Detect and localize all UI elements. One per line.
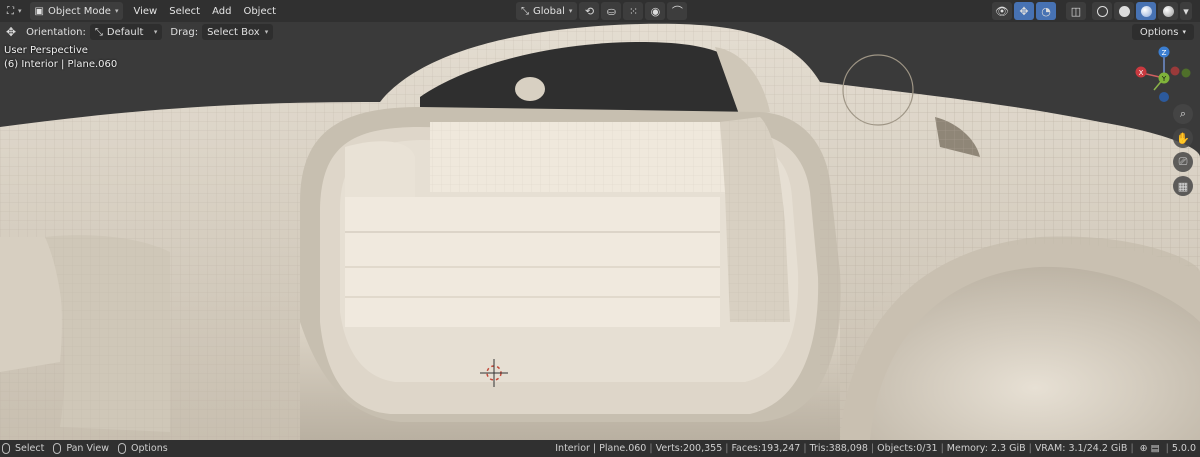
camera-view-icon[interactable]: ⎚ [1173,152,1193,172]
stat-active-object: Interior | Plane.060 [555,443,647,454]
mode-label: Object Mode [47,5,111,17]
options-label: Options [1139,26,1179,38]
stat-vram: VRAM: 3.1/24.2 GiB [1034,443,1128,454]
menu-add[interactable]: Add [206,2,237,20]
version-label: 5.0.0 [1171,443,1196,454]
viewport-header: ⛶ ▾ ▣ Object Mode ▾ View Select Add Object… [0,0,1200,22]
pan-hand-icon[interactable]: ✋ [1173,128,1193,148]
visibility-icon[interactable]: 👁 [992,2,1012,20]
status-pan-hint: Pan View [66,443,110,454]
stat-tris: Tris:388,098 [809,443,868,454]
view-perspective-label: User Perspective [4,45,88,56]
3d-viewport-icon: ⛶ [7,5,14,17]
drag-label: Drag: [170,26,199,38]
mouse-left-icon [2,443,10,454]
status-bar: Select Pan View Options Interior | Plane… [0,440,1200,457]
menu-view[interactable]: View [127,2,163,20]
transform-orientation-dropdown[interactable]: ⤡ Global ▾ [516,2,578,20]
orientation-dropdown[interactable]: ⤡ Default ▾ [89,24,163,40]
zoom-icon[interactable]: ⌕ [1173,104,1193,124]
orientation-value: Global [533,5,565,17]
tool-settings-bar: ✥ Orientation: ⤡ Default ▾ Drag: Select B… [0,22,1200,42]
material-shading-icon[interactable] [1136,2,1156,20]
transform-tool-icon[interactable]: ✥ [6,25,16,39]
perspective-toggle-icon[interactable]: ▦ [1173,176,1193,196]
mode-dropdown[interactable]: ▣ Object Mode ▾ [29,2,124,20]
status-select-hint: Select [15,443,45,454]
stat-memory: Memory: 2.3 GiB [946,443,1026,454]
orientation-icon: ⤡ [521,5,529,17]
xray-icon[interactable]: ◫ [1066,2,1086,20]
active-object-label: (6) Interior | Plane.060 [4,59,118,70]
extensions-icon: ▤ [1150,443,1160,454]
falloff-icon[interactable]: ⌒ [667,2,688,20]
status-options-hint: Options [131,443,168,454]
drag-dropdown[interactable]: Select Box ▾ [202,24,274,40]
orientation-dropdown-value: Default [106,26,144,38]
proportional-editing-icon[interactable]: ◉ [645,2,666,20]
drag-dropdown-value: Select Box [207,26,260,38]
network-icon: ⊕ [1139,443,1148,454]
snap-icon[interactable]: ⛀ [601,2,622,20]
options-button[interactable]: Options ▾ [1131,24,1194,40]
mouse-right-icon [118,443,127,454]
gizmo-z-label: Z [1162,49,1167,57]
shading-options-icon[interactable]: ▾ [1180,2,1192,20]
solid-shading-icon[interactable] [1114,2,1134,20]
gizmo-x-label: X [1139,69,1144,77]
orientation-label: Orientation: [26,26,86,38]
stat-verts: Verts:200,355 [655,443,723,454]
pivot-point-icon[interactable]: ⟲ [579,2,600,20]
3d-viewport[interactable]: User Perspective (6) Interior | Plane.06… [0,22,1200,440]
gizmo-y-label: Y [1161,75,1167,83]
mouse-middle-icon [53,443,62,454]
editor-type-button[interactable]: ⛶ ▾ [2,2,27,20]
gizmo-icon[interactable]: ✥ [1014,2,1034,20]
menu-object[interactable]: Object [237,2,282,20]
wireframe-shading-icon[interactable] [1092,2,1112,20]
overlay-icon[interactable]: ◔ [1036,2,1056,20]
orientation-default-icon: ⤡ [94,26,103,38]
menu-select[interactable]: Select [163,2,206,20]
snap-target-icon[interactable]: ⁙ [623,2,644,20]
stat-objects: Objects:0/31 [877,443,938,454]
car-model-render [0,22,1200,440]
object-mode-icon: ▣ [34,5,44,17]
stat-faces: Faces:193,247 [731,443,801,454]
rendered-shading-icon[interactable] [1158,2,1178,20]
